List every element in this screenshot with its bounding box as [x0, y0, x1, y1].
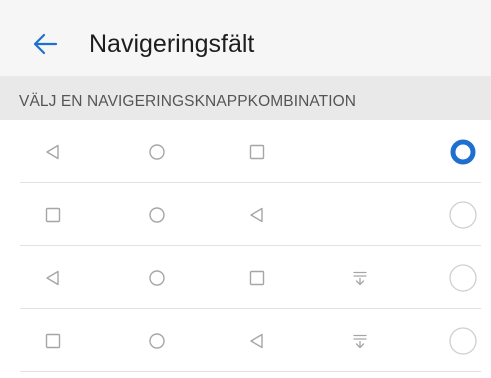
notification-pull-icon — [350, 268, 370, 288]
recents-square-icon — [247, 142, 267, 162]
recents-square-icon — [43, 205, 63, 225]
navigation-option-list — [0, 120, 491, 378]
recents-square-icon — [43, 331, 63, 351]
radio-button[interactable] — [448, 137, 478, 167]
radio-button[interactable] — [448, 263, 478, 293]
home-circle-icon — [147, 142, 167, 162]
home-circle-icon — [147, 205, 167, 225]
back-triangle-icon — [247, 331, 267, 351]
notification-pull-icon — [350, 331, 370, 351]
back-button[interactable] — [26, 24, 66, 64]
page-title: Navigeringsfält — [89, 30, 255, 58]
home-circle-icon — [147, 268, 167, 288]
divider — [20, 371, 481, 372]
arrow-left-icon — [26, 33, 66, 68]
option-row-1[interactable] — [0, 120, 491, 183]
recents-square-icon — [247, 268, 267, 288]
back-triangle-icon — [43, 142, 63, 162]
option-row-3[interactable] — [0, 246, 491, 309]
home-circle-icon — [147, 331, 167, 351]
back-triangle-icon — [247, 205, 267, 225]
section-title: VÄLJ EN NAVIGERINGSKNAPPKOMBINATION — [19, 93, 357, 110]
option-row-4[interactable] — [0, 309, 491, 372]
radio-button[interactable] — [448, 200, 478, 230]
radio-button[interactable] — [448, 326, 478, 356]
option-row-2[interactable] — [0, 183, 491, 246]
back-triangle-icon — [43, 268, 63, 288]
